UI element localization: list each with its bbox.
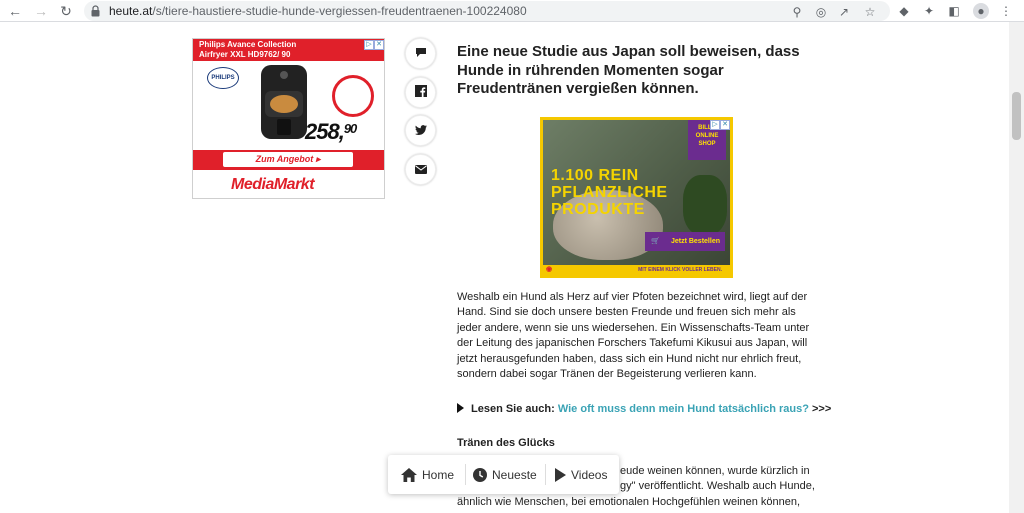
zum-angebot-label: Zum Angebot: [255, 154, 314, 164]
nav-home-label: Home: [422, 467, 455, 482]
ad-title-line2: Airfryer XXL HD9762/ 90: [199, 50, 291, 59]
seal-badge: [332, 75, 374, 117]
cart-icon: 🛒: [651, 238, 660, 245]
nav-videos[interactable]: Videos: [555, 455, 607, 494]
reload-icon[interactable]: ↻: [57, 2, 75, 20]
jetzt-bestellen-button[interactable]: 🛒 Jetzt Bestellen: [645, 232, 725, 251]
read-also-arrows: >>>: [812, 403, 832, 415]
play-icon: [555, 467, 566, 482]
nav-videos-label: Videos: [571, 467, 608, 482]
ad-title: Philips Avance Collection Airfryer XXL H…: [199, 40, 296, 60]
price-main: 258,: [305, 119, 345, 144]
lock-icon: [91, 5, 100, 17]
paragraph2-line3: ähnlich wie Menschen, bei emotionalen Ho…: [457, 495, 801, 508]
nav-newest[interactable]: Neueste: [473, 455, 537, 494]
zum-angebot-button[interactable]: Zum Angebot ▸: [223, 152, 353, 167]
page-scrollbar[interactable]: [1009, 22, 1024, 513]
philips-logo: PHILIPS: [207, 67, 239, 89]
extensions-puzzle-icon[interactable]: ✦: [921, 3, 937, 19]
price-cents: 90: [343, 121, 358, 136]
ad-close-icon[interactable]: ✕: [720, 120, 730, 130]
article-paragraph: Weshalb ein Hund als Herz auf vier Pfote…: [457, 291, 810, 381]
bookmark-star-icon[interactable]: ☆: [862, 4, 878, 20]
mediamarkt-ad[interactable]: Philips Avance Collection Airfryer XXL H…: [192, 38, 385, 199]
nav-divider: [465, 464, 466, 485]
forward-arrow-icon[interactable]: →: [32, 2, 50, 20]
url-path: /s/tiere-haustiere-studie-hunde-vergiess…: [152, 4, 527, 18]
home-icon: [401, 467, 417, 482]
play-triangle-icon: ▸: [315, 154, 321, 164]
comment-button[interactable]: [405, 38, 436, 69]
scrollbar-thumb[interactable]: [1012, 92, 1021, 140]
mediamarkt-logo: MediaMarkt: [231, 176, 315, 193]
read-also: Lesen Sie auch: Wie oft muss denn mein H…: [457, 403, 831, 415]
target-icon: ◉: [546, 266, 553, 273]
adchoices-icon[interactable]: ▷: [364, 40, 374, 50]
back-arrow-icon[interactable]: ←: [6, 2, 24, 20]
twitter-icon: [414, 125, 427, 135]
nav-home[interactable]: Home: [401, 455, 454, 494]
mail-share-button[interactable]: [405, 154, 436, 185]
ad-title-line1: Philips Avance Collection: [199, 40, 297, 49]
url-text: heute.at/s/tiere-haustiere-studie-hunde-…: [109, 4, 527, 18]
browser-toolbar: ← → ↻ heute.at/s/tiere-haustiere-studie-…: [0, 0, 1024, 22]
address-bar[interactable]: heute.at/s/tiere-haustiere-studie-hunde-…: [84, 1, 890, 21]
read-also-label: Lesen Sie auch:: [471, 403, 555, 415]
zoom-icon[interactable]: ⚲: [789, 4, 805, 20]
bottom-navigation: Home Neueste Videos: [388, 455, 619, 494]
url-domain: heute.at: [109, 4, 153, 18]
side-panel-icon[interactable]: ◧: [946, 3, 962, 19]
read-also-link[interactable]: Wie oft muss denn mein Hund tatsächlich …: [558, 403, 809, 415]
section-heading: Tränen des Glücks: [457, 437, 555, 449]
menu-kebab-icon[interactable]: ⋮: [998, 3, 1014, 19]
profile-avatar-icon[interactable]: ●: [973, 3, 989, 19]
facebook-share-button[interactable]: [405, 77, 436, 108]
play-triangle-icon: [457, 403, 464, 413]
nav-divider: [545, 464, 546, 485]
clock-icon: [473, 467, 487, 482]
ad-close-icon[interactable]: ✕: [374, 40, 384, 50]
billa-ad[interactable]: 1.100 REIN PFLANZLICHE PRODUKTE BILLA ON…: [540, 117, 733, 278]
extension-diamond-icon[interactable]: ◆: [896, 3, 912, 19]
twitter-share-button[interactable]: [405, 115, 436, 146]
mail-icon: [414, 165, 427, 174]
jetzt-bestellen-label: Jetzt Bestellen: [670, 238, 720, 245]
ad-footer: ◉ MIT EINEM KLICK VOLLER LEBEN.: [543, 265, 730, 275]
article-lead: Eine neue Studie aus Japan soll beweisen…: [457, 43, 800, 97]
adchoices-icon[interactable]: ▷: [710, 120, 720, 130]
share-icon[interactable]: ↗: [836, 4, 852, 20]
ad-footer-text: MIT EINEM KLICK VOLLER LEBEN.: [638, 267, 722, 273]
ad-headline: 1.100 REIN PFLANZLICHE PRODUKTE: [551, 167, 668, 218]
price: 258,90: [305, 119, 358, 145]
facebook-icon: [414, 85, 427, 97]
eye-off-icon[interactable]: ◎: [813, 4, 829, 20]
comment-icon: [415, 48, 426, 57]
nav-newest-label: Neueste: [492, 467, 537, 482]
